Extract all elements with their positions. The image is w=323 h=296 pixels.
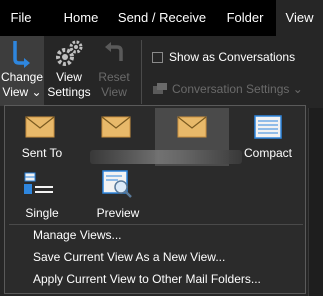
ribbon-panel: Change View ⌄ View Settings Reset View S…: [0, 36, 323, 108]
tab-send-receive[interactable]: Send / Receive: [114, 0, 210, 36]
change-view-button[interactable]: Change View ⌄: [0, 36, 44, 106]
view-settings-button[interactable]: View Settings: [46, 36, 92, 106]
view-preview[interactable]: Preview: [81, 166, 155, 224]
ribbon-separator: [141, 40, 142, 104]
right-pane-edge: [308, 108, 323, 296]
menu-separator: [9, 224, 303, 225]
conversation-settings-label: Conversation Settings ⌄: [172, 82, 303, 96]
tab-file[interactable]: File: [0, 0, 42, 36]
reset-icon: [94, 36, 134, 70]
view-label: Sent To: [21, 146, 63, 160]
reset-view-label-1: Reset: [98, 70, 130, 84]
apply-current-view-menu-item[interactable]: Apply Current View to Other Mail Folders…: [33, 271, 261, 287]
redacted-labels: [90, 150, 242, 164]
tab-home[interactable]: Home: [54, 0, 108, 36]
preview-icon: [102, 170, 132, 198]
view-label: Compact: [243, 146, 293, 160]
change-view-label-2: View ⌄: [2, 85, 42, 99]
checkbox-box[interactable]: [152, 51, 163, 63]
view-label: Single: [25, 206, 59, 220]
save-current-view-menu-item[interactable]: Save Current View As a New View...: [33, 249, 225, 265]
view-single[interactable]: Single: [5, 166, 79, 224]
envelope-icon: [25, 116, 55, 138]
view-label: Preview: [96, 206, 140, 220]
reset-view-button[interactable]: Reset View: [94, 36, 134, 106]
view-compact[interactable]: Compact: [231, 108, 305, 166]
single-list-icon: [24, 172, 53, 194]
gear-icon: [46, 36, 92, 70]
change-view-label-1: Change: [0, 70, 44, 84]
envelope-icon: [177, 116, 207, 138]
envelope-icon: [101, 116, 131, 138]
tab-view[interactable]: View: [276, 0, 323, 36]
tab-folder[interactable]: Folder: [220, 0, 270, 36]
change-view-dropdown: Sent To Compact Single Preview Manage Vi…: [4, 105, 306, 294]
view-settings-label-1: View: [56, 70, 82, 84]
conversation-settings-button[interactable]: Conversation Settings ⌄: [152, 80, 303, 98]
reset-view-label-2: View: [101, 85, 127, 99]
view-settings-label-2: Settings: [47, 85, 91, 99]
show-as-conversations-checkbox[interactable]: Show as Conversations: [152, 48, 295, 66]
manage-views-menu-item[interactable]: Manage Views...: [33, 227, 122, 243]
view-sent-to[interactable]: Sent To: [5, 108, 79, 166]
change-view-icon: [0, 36, 44, 70]
ribbon-tab-bar: File Home Send / Receive Folder View: [0, 0, 323, 36]
conversation-settings-icon: [152, 82, 168, 96]
compact-list-icon: [254, 115, 282, 139]
show-as-conversations-label: Show as Conversations: [169, 50, 296, 64]
